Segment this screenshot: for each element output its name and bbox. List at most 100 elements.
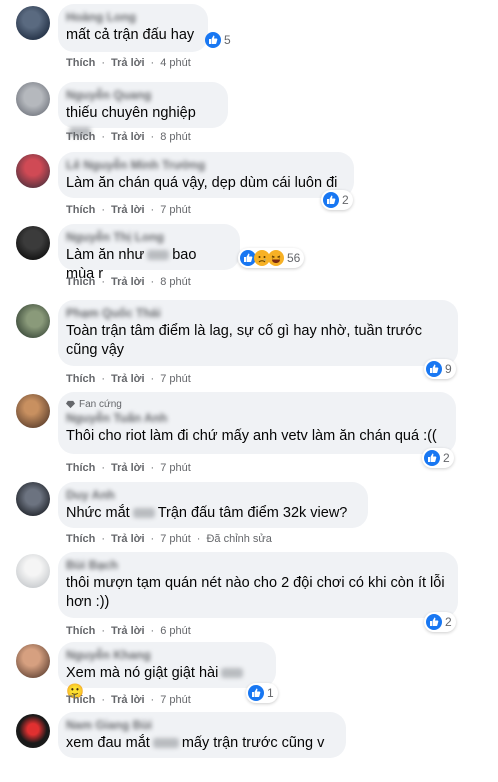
- comment-bubble: Duy Anh Nhức mắt Trận đấu tâm điểm 32k vi…: [58, 482, 368, 528]
- separator: ·: [150, 694, 155, 706]
- timestamp[interactable]: 7 phút: [160, 694, 191, 706]
- author-name[interactable]: Nguyễn Quang: [66, 88, 216, 102]
- reaction-summary[interactable]: 2: [422, 448, 454, 468]
- blurred-word: [147, 250, 170, 261]
- like-reaction-icon: [426, 614, 442, 630]
- timestamp[interactable]: 4 phút: [160, 57, 191, 69]
- like-link[interactable]: Thích: [66, 462, 95, 474]
- reply-link[interactable]: Trả lời: [111, 204, 145, 216]
- avatar[interactable]: [16, 644, 50, 678]
- separator: ·: [150, 533, 155, 545]
- separator: ·: [150, 131, 155, 143]
- reply-link[interactable]: Trả lời: [111, 533, 145, 545]
- reaction-summary[interactable]: 56: [238, 248, 305, 268]
- like-reaction-icon: [323, 192, 339, 208]
- comment-text: Thôi cho riot làm đi chứ mấy anh vetv là…: [66, 428, 437, 444]
- reaction-count: 56: [287, 251, 301, 265]
- avatar[interactable]: [16, 82, 50, 116]
- like-link[interactable]: Thích: [66, 533, 95, 545]
- comment-actions: Thích · Trả lời · 7 phút: [66, 204, 191, 216]
- separator: ·: [101, 276, 106, 288]
- avatar[interactable]: [16, 554, 50, 588]
- comment-text-part: Làm ăn như: [66, 247, 145, 263]
- separator: ·: [101, 131, 106, 143]
- author-name[interactable]: Hoàng Long: [66, 10, 196, 24]
- comment-bubble: Nguyễn Thị Long Làm ăn như bao mùa r: [58, 224, 240, 282]
- like-link[interactable]: Thích: [66, 694, 95, 706]
- avatar[interactable]: [16, 304, 50, 338]
- like-reaction-icon: [426, 361, 442, 377]
- reply-link[interactable]: Trả lời: [111, 625, 145, 637]
- fan-badge[interactable]: Fan cứng: [66, 398, 444, 411]
- reaction-count: 2: [342, 193, 349, 207]
- like-reaction-icon: [248, 685, 264, 701]
- reaction-summary[interactable]: 2: [424, 612, 456, 632]
- reaction-count: 2: [445, 615, 452, 629]
- reaction-count: 1: [267, 686, 274, 700]
- avatar[interactable]: [16, 226, 50, 260]
- like-link[interactable]: Thích: [66, 276, 95, 288]
- author-name[interactable]: Nguyễn Tuấn Anh: [66, 411, 444, 425]
- reply-link[interactable]: Trả lời: [111, 694, 145, 706]
- comment-bubble: Phạm Quốc Thái Toàn trận tâm điểm là lag…: [58, 300, 458, 366]
- separator: ·: [101, 57, 106, 69]
- like-link[interactable]: Thích: [66, 204, 95, 216]
- like-link[interactable]: Thích: [66, 131, 95, 143]
- comment-actions: Thích · Trả lời · 6 phút: [66, 625, 191, 637]
- avatar[interactable]: [16, 6, 50, 40]
- reply-link[interactable]: Trả lời: [111, 57, 145, 69]
- author-name[interactable]: Bùi Bạch: [66, 558, 446, 572]
- edited-label[interactable]: Đã chỉnh sửa: [206, 533, 271, 545]
- like-reaction-icon: [424, 450, 440, 466]
- comment-text: Nhức mắt Trận đấu tâm điểm 32k view?: [66, 504, 356, 523]
- reaction-summary[interactable]: 5: [203, 30, 235, 50]
- author-name[interactable]: Duy Anh: [66, 488, 356, 502]
- like-link[interactable]: Thích: [66, 625, 95, 637]
- timestamp[interactable]: 7 phút: [160, 373, 191, 385]
- timestamp[interactable]: 7 phút: [160, 204, 191, 216]
- comment-bubble: Nguyễn Quang thiếu chuyên nghiệp: [58, 82, 228, 138]
- reaction-summary[interactable]: 9: [424, 359, 456, 379]
- timestamp[interactable]: 6 phút: [160, 625, 191, 637]
- comment-actions: Thích · Trả lời · 4 phút: [66, 57, 191, 69]
- reply-link[interactable]: Trả lời: [111, 131, 145, 143]
- separator: ·: [101, 462, 106, 474]
- avatar[interactable]: [16, 394, 50, 428]
- reply-link[interactable]: Trả lời: [111, 276, 145, 288]
- reaction-count: 2: [443, 451, 450, 465]
- separator: ·: [150, 625, 155, 637]
- reply-link[interactable]: Trả lời: [111, 462, 145, 474]
- separator: ·: [101, 533, 106, 545]
- comment-actions: Thích · Trả lời · 7 phút · Đã chỉnh sửa: [66, 533, 272, 545]
- reaction-summary[interactable]: 2: [321, 190, 353, 210]
- comment-actions: Thích · Trả lời · 8 phút: [66, 276, 191, 288]
- reply-link[interactable]: Trả lời: [111, 373, 145, 385]
- comment-text: xem đau mắt mấy trận trước cũng v: [66, 734, 334, 753]
- blurred-word: [132, 508, 155, 519]
- avatar[interactable]: [16, 154, 50, 188]
- avatar[interactable]: [16, 714, 50, 748]
- like-link[interactable]: Thích: [66, 57, 95, 69]
- timestamp[interactable]: 8 phút: [160, 276, 191, 288]
- author-name[interactable]: Nguyễn Thị Long: [66, 230, 228, 244]
- like-link[interactable]: Thích: [66, 373, 95, 385]
- comment-text-part: xem đau mắt: [66, 735, 150, 751]
- like-reaction-icon: [205, 32, 221, 48]
- author-name[interactable]: Nam Giang Bùi: [66, 718, 334, 732]
- timestamp[interactable]: 7 phút: [160, 533, 191, 545]
- avatar[interactable]: [16, 482, 50, 516]
- comment-text-part: Trận đấu tâm điểm 32k view?: [157, 505, 348, 521]
- reaction-summary[interactable]: 1: [246, 683, 278, 703]
- comment-actions: Thích · Trả lời · 7 phút: [66, 694, 191, 706]
- timestamp[interactable]: 7 phút: [160, 462, 191, 474]
- comment-text: thôi mượn tạm quán nét nào cho 2 đội chơ…: [66, 575, 445, 610]
- comment-text-part: Nhức mắt: [66, 505, 130, 521]
- haha-reaction-icon: [268, 250, 284, 266]
- timestamp[interactable]: 8 phút: [160, 131, 191, 143]
- separator: ·: [150, 57, 155, 69]
- comment-text-part: thiếu chuyên nghiệp: [66, 105, 196, 121]
- author-name[interactable]: Nguyễn Khang: [66, 648, 264, 662]
- author-name[interactable]: Lê Nguyễn Minh Trường: [66, 158, 342, 172]
- separator: ·: [101, 625, 106, 637]
- author-name[interactable]: Phạm Quốc Thái: [66, 306, 446, 320]
